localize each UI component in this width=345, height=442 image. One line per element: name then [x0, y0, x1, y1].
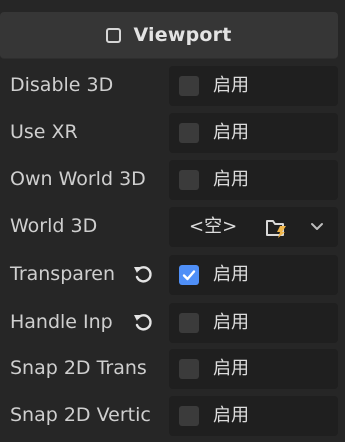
transparent-bg-checkbox[interactable]: 启用 [169, 255, 338, 295]
checkbox-label: 启用 [213, 358, 249, 379]
property-row-disable-3d: Disable 3D 启用 [0, 63, 345, 107]
chevron-down-icon[interactable] [309, 220, 325, 234]
checkbox-box[interactable] [179, 265, 199, 285]
checkbox-box[interactable] [179, 313, 199, 333]
checkbox-box[interactable] [179, 170, 199, 190]
viewport-section-header[interactable]: Viewport [0, 12, 338, 59]
property-row-use-xr: Use XR 启用 [0, 110, 345, 154]
world-3d-resource-picker[interactable]: <空> [169, 207, 338, 247]
property-row-transparent-bg: Transparen 启用 [0, 252, 345, 296]
revert-icon[interactable] [132, 311, 154, 333]
checkbox-label: 启用 [213, 312, 249, 333]
handle-input-locally-checkbox[interactable]: 启用 [169, 303, 338, 343]
disable-3d-checkbox[interactable]: 启用 [169, 66, 338, 106]
property-label: Own World 3D [10, 168, 146, 190]
resource-value[interactable]: <空> [189, 207, 237, 247]
folder-new-icon[interactable] [266, 216, 290, 238]
checkbox-unchecked-icon [106, 27, 122, 43]
checkbox-box[interactable] [179, 123, 199, 143]
property-label: Snap 2D Vertic [10, 404, 151, 426]
property-label: Use XR [10, 121, 78, 143]
property-label: Disable 3D [10, 74, 114, 96]
property-label: Transparen [10, 263, 116, 285]
section-title: Viewport [133, 24, 232, 46]
snap-2d-transforms-checkbox[interactable]: 启用 [169, 349, 338, 389]
property-row-world-3d: World 3D <空> [0, 204, 345, 248]
checkbox-box[interactable] [179, 76, 199, 96]
use-xr-checkbox[interactable]: 启用 [169, 113, 338, 153]
property-row-handle-input-locally: Handle Inp 启用 [0, 300, 345, 344]
checkbox-box[interactable] [179, 406, 199, 426]
checkbox-label: 启用 [213, 169, 249, 190]
property-label: Snap 2D Trans [10, 357, 147, 379]
inspector-panel: Viewport Disable 3D 启用 Use XR 启用 Own Wor… [0, 0, 345, 442]
own-world-3d-checkbox[interactable]: 启用 [169, 160, 338, 200]
property-label: World 3D [10, 215, 98, 237]
snap-2d-vertices-checkbox[interactable]: 启用 [169, 396, 338, 436]
checkmark-icon [182, 270, 196, 281]
checkbox-label: 启用 [213, 122, 249, 143]
checkbox-label: 启用 [213, 75, 249, 96]
property-row-snap-2d-transforms: Snap 2D Trans 启用 [0, 346, 345, 390]
revert-icon[interactable] [132, 263, 154, 285]
checkbox-label: 启用 [213, 405, 249, 426]
property-label: Handle Inp [10, 311, 113, 333]
checkbox-box[interactable] [179, 359, 199, 379]
checkbox-label: 启用 [213, 264, 249, 285]
property-row-own-world-3d: Own World 3D 启用 [0, 157, 345, 201]
property-row-snap-2d-vertices: Snap 2D Vertic 启用 [0, 393, 345, 437]
